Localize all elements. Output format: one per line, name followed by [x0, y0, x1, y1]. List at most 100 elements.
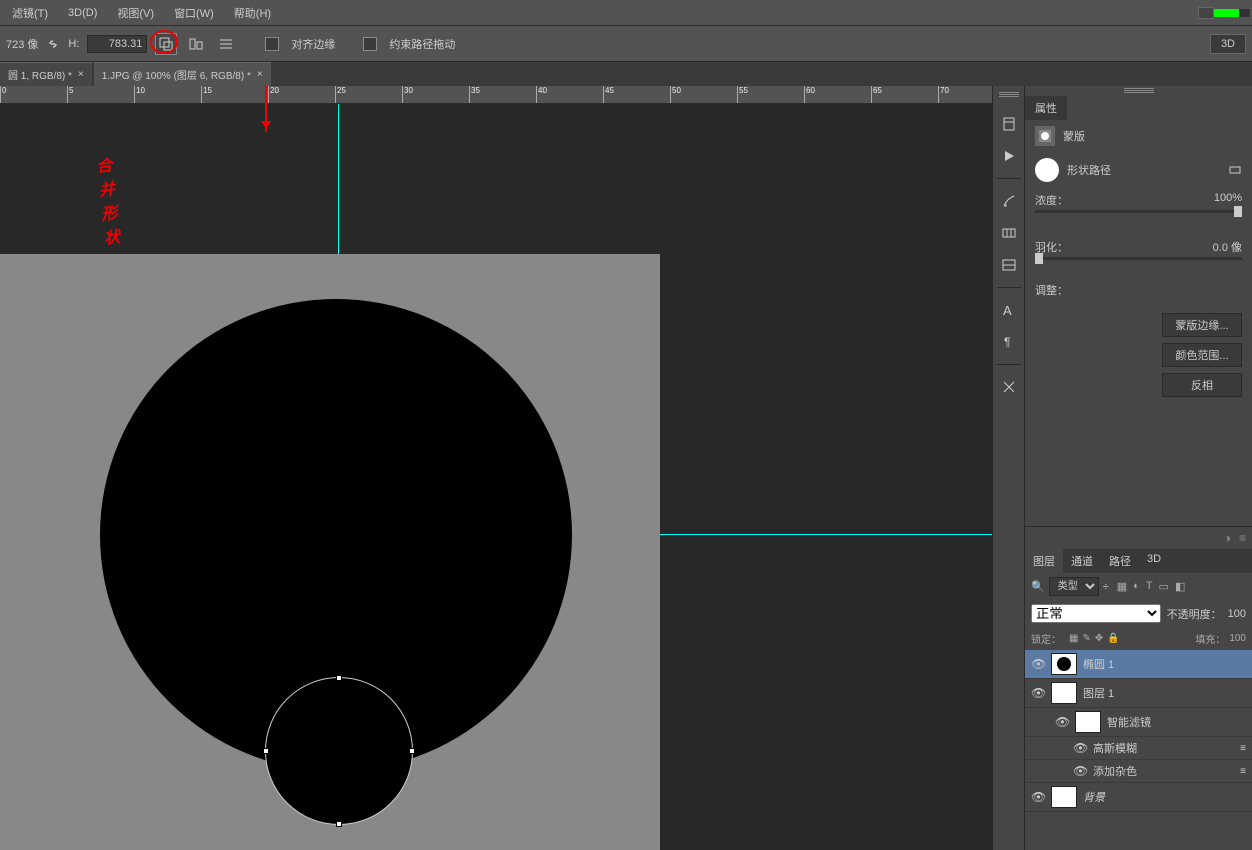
menu-window[interactable]: 窗口(W)	[164, 0, 224, 25]
menu-filter[interactable]: 滤镜(T)	[2, 0, 58, 25]
layer-thumb	[1051, 682, 1077, 704]
lock-all-icon[interactable]: 🔒	[1107, 633, 1119, 644]
shape-path-label: 形状路径	[1067, 162, 1111, 178]
filter-type-select[interactable]: 类型	[1049, 577, 1099, 596]
close-icon[interactable]: ×	[257, 69, 263, 80]
3d-button[interactable]: 3D	[1210, 34, 1246, 54]
menu-3d[interactable]: 3D(D)	[58, 0, 107, 25]
close-icon[interactable]: ×	[78, 69, 84, 80]
layer-name[interactable]: 添加杂色	[1093, 763, 1137, 779]
path-align-button[interactable]	[185, 33, 207, 55]
path-arrange-button[interactable]	[215, 33, 237, 55]
adjustments-icon[interactable]	[999, 255, 1019, 275]
tab-3d[interactable]: 3D	[1139, 549, 1169, 573]
layer-row-smartfilter[interactable]: 👁 智能滤镜	[1025, 708, 1252, 737]
canvas-wrap: 0510152025303540455055606570758085909510…	[0, 86, 992, 850]
layer-row-background[interactable]: 👁 背景	[1025, 783, 1252, 812]
filter-text-icon[interactable]: T	[1146, 580, 1153, 593]
fx-icon[interactable]: ≡	[1240, 743, 1246, 754]
canvas[interactable]: 合并形状	[0, 104, 992, 850]
transform-handle[interactable]	[336, 675, 342, 681]
constrain-path-checkbox[interactable]	[363, 37, 377, 51]
layer-row-layer1[interactable]: 👁 图层 1	[1025, 679, 1252, 708]
density-label: 浓度：	[1035, 192, 1068, 208]
visibility-toggle-icon[interactable]: 👁	[1031, 686, 1045, 700]
layer-name[interactable]: 图层 1	[1083, 685, 1114, 701]
transform-handle[interactable]	[263, 748, 269, 754]
fill-value[interactable]: 100	[1229, 633, 1246, 644]
mask-label: 蒙版	[1063, 128, 1085, 144]
tab-paths[interactable]: 路径	[1101, 549, 1139, 573]
layer-visibility-icon[interactable]: ◑	[1224, 531, 1231, 545]
layer-name[interactable]: 椭圆 1	[1083, 656, 1114, 672]
invert-button[interactable]: 反相	[1162, 373, 1242, 397]
fx-icon[interactable]: ≡	[1240, 766, 1246, 777]
history-icon[interactable]	[999, 114, 1019, 134]
activity-meter	[1214, 9, 1250, 17]
menu-help[interactable]: 帮助(H)	[224, 0, 281, 25]
menu-view[interactable]: 视图(V)	[107, 0, 164, 25]
path-combine-button[interactable]	[155, 33, 177, 55]
transform-handle[interactable]	[336, 821, 342, 827]
visibility-toggle-icon[interactable]: 👁	[1073, 764, 1087, 778]
paragraph-icon[interactable]: ¶	[999, 332, 1019, 352]
visibility-toggle-icon[interactable]: 👁	[1073, 741, 1087, 755]
layer-thumb	[1051, 786, 1077, 808]
doc-tab-1[interactable]: 圆 1, RGB/8) * ×	[0, 62, 92, 86]
options-bar: 723 像 H: 783.31 对齐边缘 约束路径拖动 3D	[0, 26, 1252, 62]
swatches-icon[interactable]	[999, 223, 1019, 243]
link-icon[interactable]	[46, 37, 60, 51]
tools-icon[interactable]	[999, 377, 1019, 397]
opacity-label: 不透明度：	[1167, 606, 1222, 622]
align-edges-checkbox[interactable]	[265, 37, 279, 51]
grip-icon[interactable]	[1124, 88, 1154, 94]
layer-row-gaussian[interactable]: 👁 高斯模糊 ≡	[1025, 737, 1252, 760]
link-icon[interactable]	[1228, 163, 1242, 177]
feather-slider[interactable]	[1035, 257, 1242, 260]
transform-handle[interactable]	[409, 748, 415, 754]
adjust-label: 调整：	[1035, 282, 1068, 298]
properties-panel: 属性 蒙版 形状路径 浓度： 100%	[1025, 86, 1252, 527]
brush-icon[interactable]	[999, 191, 1019, 211]
ellipse-shape-small[interactable]	[265, 677, 413, 825]
lock-transparency-icon[interactable]: ▦	[1069, 633, 1078, 644]
layer-row-ellipse[interactable]: 👁 椭圆 1	[1025, 650, 1252, 679]
visibility-toggle-icon[interactable]: 👁	[1031, 790, 1045, 804]
lock-paint-icon[interactable]: ✎	[1082, 633, 1090, 644]
blend-mode-select[interactable]: 正常	[1031, 604, 1161, 623]
opacity-value[interactable]: 100	[1228, 608, 1246, 620]
character-icon[interactable]: A	[999, 300, 1019, 320]
doc-tab-2[interactable]: 1.JPG @ 100% (图层 6, RGB/8) * ×	[94, 62, 271, 86]
lock-position-icon[interactable]: ✥	[1095, 633, 1103, 644]
feather-value[interactable]: 0.0 像	[1213, 239, 1242, 255]
svg-text:¶: ¶	[1004, 335, 1010, 349]
visibility-toggle-icon[interactable]: 👁	[1031, 657, 1045, 671]
search-icon[interactable]: 🔍	[1031, 580, 1045, 593]
layer-name[interactable]: 背景	[1083, 789, 1105, 805]
horizontal-ruler[interactable]: 0510152025303540455055606570758085909510…	[0, 86, 992, 104]
filter-shape-icon[interactable]: ▭	[1159, 580, 1169, 593]
align-edges-label: 对齐边缘	[291, 36, 335, 52]
mask-edge-button[interactable]: 蒙版边缘...	[1162, 313, 1242, 337]
filter-adjust-icon[interactable]: ◐	[1133, 580, 1140, 593]
doc-tab-2-label: 1.JPG @ 100% (图层 6, RGB/8) *	[102, 67, 251, 82]
layer-row-noise[interactable]: 👁 添加杂色 ≡	[1025, 760, 1252, 783]
play-icon[interactable]	[999, 146, 1019, 166]
filter-image-icon[interactable]: ▦	[1117, 580, 1127, 593]
layer-name[interactable]: 高斯模糊	[1093, 740, 1137, 756]
density-slider[interactable]	[1035, 210, 1242, 213]
layer-name[interactable]: 智能滤镜	[1107, 714, 1151, 730]
tab-layers[interactable]: 图层	[1025, 549, 1063, 573]
ruler-tick: 50	[670, 86, 737, 103]
grip-icon[interactable]	[999, 92, 1019, 98]
height-input[interactable]: 783.31	[87, 35, 147, 53]
filter-smart-icon[interactable]: ◧	[1175, 580, 1185, 593]
window-minimize-button[interactable]	[1198, 7, 1214, 19]
properties-tab[interactable]: 属性	[1025, 96, 1067, 120]
collapsed-panel-strip: A ¶	[993, 86, 1025, 850]
visibility-toggle-icon[interactable]: 👁	[1055, 715, 1069, 729]
color-range-button[interactable]: 颜色范围...	[1162, 343, 1242, 367]
lock-label: 锁定：	[1031, 631, 1061, 646]
tab-channels[interactable]: 通道	[1063, 549, 1101, 573]
panel-menu-icon[interactable]: ≡	[1239, 531, 1246, 545]
